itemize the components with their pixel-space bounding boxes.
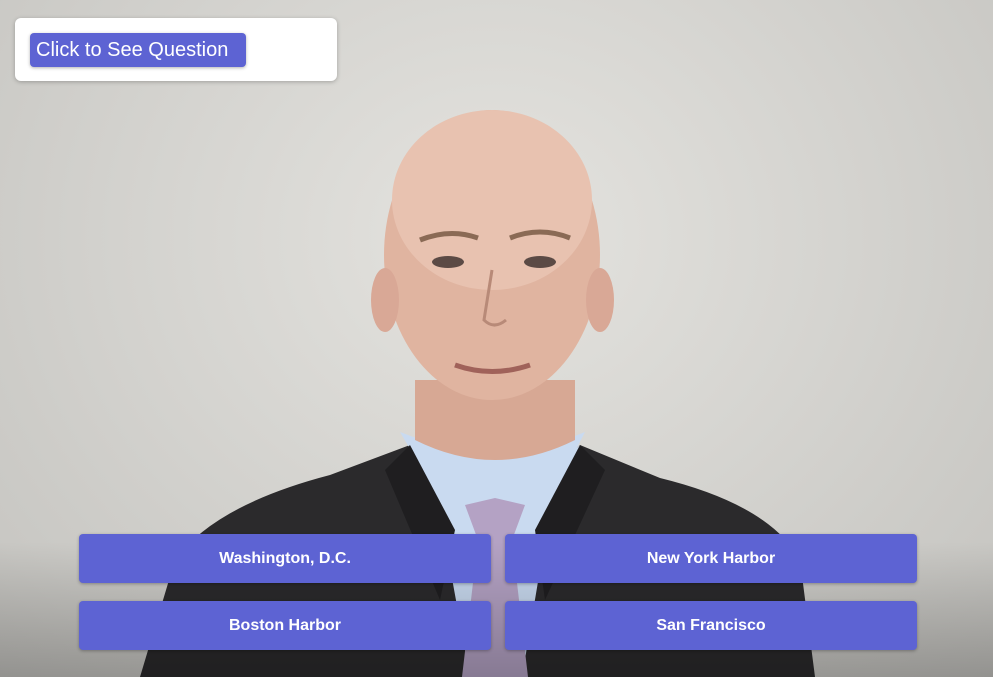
answer-option-1[interactable]: Washington, D.C. xyxy=(79,534,491,583)
see-question-button[interactable]: Click to See Question xyxy=(30,33,247,67)
question-card: Click to See Question xyxy=(15,18,337,81)
answer-option-2[interactable]: New York Harbor xyxy=(505,534,917,583)
video-player: Click to See Question Washington, D.C. N… xyxy=(0,0,993,677)
answer-option-3[interactable]: Boston Harbor xyxy=(79,601,491,650)
answer-option-4[interactable]: San Francisco xyxy=(505,601,917,650)
